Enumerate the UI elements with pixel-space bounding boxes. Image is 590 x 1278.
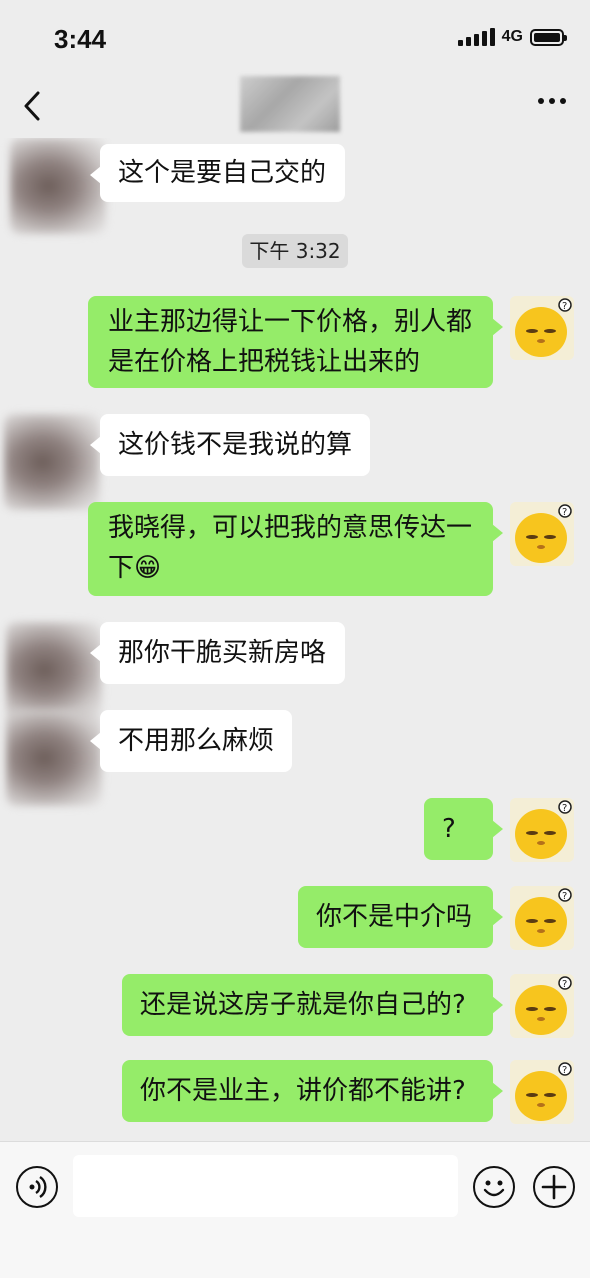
svg-text:?: ? <box>562 507 567 518</box>
message-bubble-incoming[interactable]: 这价钱不是我说的算 <box>90 414 370 476</box>
voice-wave-glyph <box>29 1176 47 1198</box>
signal-icon <box>457 28 495 46</box>
svg-text:?: ? <box>562 1065 567 1076</box>
status-indicators: 4G <box>457 28 567 46</box>
contact-avatar[interactable] <box>4 414 100 510</box>
plus-glyph <box>541 1174 567 1200</box>
plus-icon[interactable] <box>533 1166 575 1208</box>
status-bar: 3:44 4G <box>0 0 590 76</box>
status-time: 3:44 <box>54 24 107 54</box>
chat-title: 晓晨 <box>240 76 340 132</box>
battery-fill <box>534 32 560 42</box>
message-bubble-outgoing[interactable]: 还是说这房子就是你自己的? <box>122 974 503 1036</box>
message-bubble-outgoing[interactable]: 你不是中介吗 <box>298 886 503 948</box>
svg-text:?: ? <box>562 891 567 902</box>
message-bubble-incoming[interactable]: 这个是要自己交的 <box>90 144 345 202</box>
my-avatar[interactable]: ? <box>510 1060 574 1124</box>
back-icon[interactable] <box>22 90 44 122</box>
nav-bar: 晓晨 <box>0 76 590 138</box>
message-text: 我晓得，可以把我的意思传达一下 <box>108 513 473 583</box>
message-bubble-outgoing[interactable]: 你不是业主，讲价都不能讲? <box>122 1060 503 1122</box>
voice-icon[interactable] <box>16 1166 58 1208</box>
battery-icon <box>530 28 567 46</box>
duck-avatar-icon: ? <box>510 502 574 566</box>
emoji-icon[interactable] <box>473 1166 515 1208</box>
chat-area[interactable]: 这个是要自己交的 下午 3:32 业主那边得让一下价格，别人都是在价格上把税钱让… <box>0 138 590 1141</box>
smiley-glyph <box>483 1180 505 1197</box>
message-bubble-outgoing[interactable]: 我晓得，可以把我的意思传达一下😁 <box>88 502 503 596</box>
my-avatar[interactable]: ? <box>510 502 574 566</box>
my-avatar[interactable]: ? <box>510 798 574 862</box>
message-timestamp: 下午 3:32 <box>242 234 348 268</box>
my-avatar[interactable]: ? <box>510 886 574 950</box>
network-label: 4G <box>501 28 523 45</box>
duck-avatar-icon: ? <box>510 886 574 950</box>
duck-avatar-icon: ? <box>510 798 574 862</box>
duck-avatar-icon: ? <box>510 296 574 360</box>
duck-avatar-icon: ? <box>510 974 574 1038</box>
svg-text:?: ? <box>562 979 567 990</box>
message-bubble-outgoing[interactable]: 业主那边得让一下价格，别人都是在价格上把税钱让出来的 <box>88 296 503 388</box>
message-bubble-incoming[interactable]: 不用那么麻烦 <box>90 710 292 772</box>
svg-text:?: ? <box>562 301 567 312</box>
message-bubble-incoming[interactable]: 那你干脆买新房咯 <box>90 622 345 684</box>
contact-avatar[interactable] <box>6 622 102 718</box>
my-avatar[interactable]: ? <box>510 296 574 360</box>
message-input[interactable] <box>73 1155 458 1217</box>
contact-avatar[interactable] <box>6 710 102 806</box>
duck-avatar-icon: ? <box>510 1060 574 1124</box>
input-bar <box>0 1141 590 1278</box>
my-avatar[interactable]: ? <box>510 974 574 1038</box>
message-bubble-outgoing[interactable]: ? <box>424 798 503 860</box>
grin-emoji: 😁 <box>134 553 162 583</box>
contact-avatar[interactable] <box>10 138 106 234</box>
svg-text:?: ? <box>562 803 567 814</box>
more-icon[interactable] <box>538 98 566 104</box>
